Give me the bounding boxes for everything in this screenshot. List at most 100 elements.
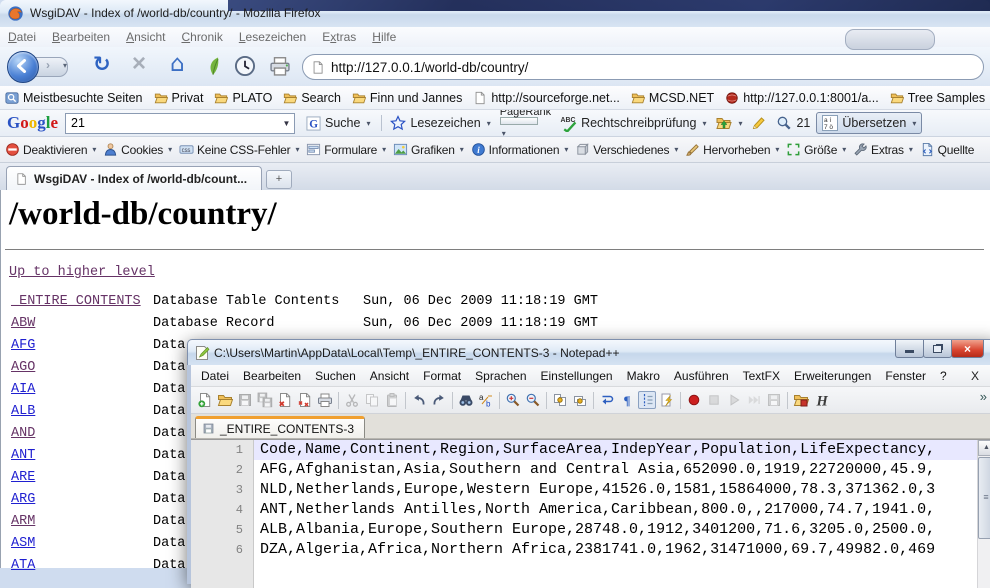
directory-entry-link[interactable]: ALB bbox=[11, 401, 35, 423]
copy-button[interactable] bbox=[363, 391, 381, 409]
npp-menu-suchen[interactable]: Suchen bbox=[308, 367, 363, 385]
translate-button[interactable]: a í7 ö Übersetzen bbox=[816, 112, 922, 134]
webdev-outline-button[interactable]: Hervorheben bbox=[685, 142, 779, 157]
back-button[interactable] bbox=[7, 51, 39, 83]
save-all-button[interactable] bbox=[256, 391, 274, 409]
npp-menu-?[interactable]: ? bbox=[933, 367, 954, 385]
google-search-input[interactable] bbox=[66, 116, 279, 130]
clock-icon[interactable] bbox=[234, 55, 256, 77]
scroll-up-arrow[interactable]: ▲ bbox=[978, 440, 990, 456]
npp-menu-ansicht[interactable]: Ansicht bbox=[363, 367, 416, 385]
search-dropdown-icon[interactable]: ▼ bbox=[279, 119, 294, 128]
show-all-characters-button[interactable]: ¶ bbox=[618, 391, 636, 409]
sync-horizontal-button[interactable] bbox=[571, 391, 589, 409]
home-button[interactable]: ⌂ bbox=[170, 52, 185, 77]
open-file-button[interactable] bbox=[216, 391, 234, 409]
print-button[interactable] bbox=[316, 391, 334, 409]
directory-entry-link[interactable]: ABW bbox=[11, 313, 35, 335]
npp-menu-format[interactable]: Format bbox=[416, 367, 468, 385]
webdev-cookies-button[interactable]: Cookies bbox=[103, 142, 172, 157]
npp-menu-fenster[interactable]: Fenster bbox=[878, 367, 933, 385]
history-dropdown-icon[interactable]: ▾ bbox=[63, 61, 67, 70]
sync-vertical-button[interactable] bbox=[551, 391, 569, 409]
webdev-tools-button[interactable]: Extras bbox=[853, 142, 913, 157]
npp-menu-sprachen[interactable]: Sprachen bbox=[468, 367, 533, 385]
menu-datei[interactable]: Datei bbox=[0, 27, 44, 44]
webdev-source-button[interactable]: Quellte bbox=[920, 142, 975, 157]
browser-tab[interactable]: WsgiDAV - Index of /world-db/count... bbox=[6, 166, 262, 190]
up-to-higher-level-link[interactable]: Up to higher level bbox=[9, 265, 155, 280]
webdev-css-button[interactable]: CSSKeine CSS-Fehler bbox=[179, 142, 299, 157]
directory-entry-link[interactable]: AND bbox=[11, 423, 35, 445]
stop-button[interactable]: × bbox=[132, 52, 146, 76]
restore-button[interactable] bbox=[923, 340, 952, 358]
bookmark-item[interactable]: Privat bbox=[154, 91, 204, 105]
reload-button[interactable]: ↻ bbox=[93, 54, 111, 75]
close-all-button[interactable] bbox=[296, 391, 314, 409]
webdev-forms-button[interactable]: Formulare bbox=[306, 142, 386, 157]
zoom-out-button[interactable] bbox=[524, 391, 542, 409]
close-file-button[interactable] bbox=[276, 391, 294, 409]
new-tab-button[interactable]: + bbox=[266, 170, 292, 189]
npp-menu-ausfhren[interactable]: Ausführen bbox=[667, 367, 736, 385]
menu-ansicht[interactable]: Ansicht bbox=[118, 27, 173, 44]
zoom-in-button[interactable] bbox=[504, 391, 522, 409]
rss-leaf-icon[interactable] bbox=[203, 55, 223, 77]
menu-extras[interactable]: Extras bbox=[314, 27, 364, 44]
spellcheck-button[interactable]: ABC Rechtschreibprüfung bbox=[557, 113, 709, 134]
directory-entry-link[interactable]: ARE bbox=[11, 467, 35, 489]
stop-macro-button[interactable] bbox=[705, 391, 723, 409]
word-wrap-button[interactable] bbox=[598, 391, 616, 409]
directory-entry-link[interactable]: AFG bbox=[11, 335, 35, 357]
close-button[interactable]: × bbox=[951, 340, 984, 358]
bookmark-item[interactable]: PLATO bbox=[214, 91, 272, 105]
bookmark-item[interactable]: Search bbox=[283, 91, 341, 105]
vertical-scrollbar[interactable]: ▲ ≡ bbox=[977, 440, 990, 588]
directory-entry-link[interactable]: ARM bbox=[11, 511, 35, 533]
google-bookmarks-button[interactable]: Lesezeichen bbox=[387, 113, 493, 133]
directory-entry-link[interactable]: _ENTIRE_CONTENTS bbox=[11, 291, 141, 313]
webdev-images-button[interactable]: Grafiken bbox=[393, 142, 464, 157]
new-file-button[interactable] bbox=[196, 391, 214, 409]
google-search-button[interactable]: G Suche bbox=[303, 114, 373, 133]
menu-bearbeiten[interactable]: Bearbeiten bbox=[44, 27, 118, 44]
run-macro-multiple-button[interactable] bbox=[745, 391, 763, 409]
bookmark-item[interactable]: http://sourceforge.net... bbox=[473, 91, 620, 105]
bookmark-item[interactable]: MCSD.NET bbox=[631, 91, 714, 105]
find-button[interactable] bbox=[457, 391, 475, 409]
menu-lesezeichen[interactable]: Lesezeichen bbox=[231, 27, 314, 44]
text-editor[interactable]: 123456 Code,Name,Continent,Region,Surfac… bbox=[191, 439, 990, 588]
npp-menu-textfx[interactable]: TextFX bbox=[736, 367, 787, 385]
url-bar[interactable] bbox=[302, 54, 984, 80]
bookmark-item[interactable]: Finn und Jannes bbox=[352, 91, 462, 105]
document-tab[interactable]: _ENTIRE_CONTENTS-3 bbox=[195, 416, 365, 438]
directory-entry-link[interactable]: ATA bbox=[11, 555, 35, 577]
directory-entry-link[interactable]: ANT bbox=[11, 445, 35, 467]
npp-menu-einstellungen[interactable]: Einstellungen bbox=[534, 367, 620, 385]
google-search-box[interactable]: ▼ bbox=[65, 113, 295, 134]
play-macro-button[interactable] bbox=[725, 391, 743, 409]
editor-text-area[interactable]: Code,Name,Continent,Region,SurfaceArea,I… bbox=[254, 440, 978, 588]
save-button[interactable] bbox=[236, 391, 254, 409]
replace-button[interactable]: ab bbox=[477, 391, 495, 409]
undo-button[interactable] bbox=[410, 391, 428, 409]
function-completion-button[interactable] bbox=[658, 391, 676, 409]
record-macro-button[interactable] bbox=[685, 391, 703, 409]
npp-menu-makro[interactable]: Makro bbox=[620, 367, 667, 385]
bookmark-item[interactable]: Tree Samples bbox=[890, 91, 985, 105]
close-document-menu-button[interactable]: X bbox=[965, 367, 985, 385]
plugin-button[interactable] bbox=[792, 391, 810, 409]
redo-button[interactable] bbox=[430, 391, 448, 409]
directory-entry-link[interactable]: AGO bbox=[11, 357, 35, 379]
menu-hilfe[interactable]: Hilfe bbox=[364, 27, 404, 44]
webdev-misc-button[interactable]: Verschiedenes bbox=[575, 142, 678, 157]
toolbar-overflow-chevron[interactable]: » bbox=[980, 389, 987, 404]
paste-button[interactable] bbox=[383, 391, 401, 409]
directory-entry-link[interactable]: AIA bbox=[11, 379, 35, 401]
directory-entry-link[interactable]: ARG bbox=[11, 489, 35, 511]
menu-chronik[interactable]: Chronik bbox=[173, 27, 230, 44]
webdev-disable-button[interactable]: Deaktivieren bbox=[5, 142, 96, 157]
directory-entry-link[interactable]: ASM bbox=[11, 533, 35, 555]
pagerank-indicator[interactable]: PageRank bbox=[497, 110, 554, 137]
save-macro-button[interactable] bbox=[765, 391, 783, 409]
